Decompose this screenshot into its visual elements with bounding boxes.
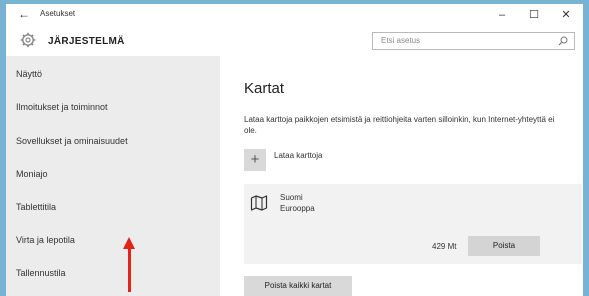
annotation-arrow-head bbox=[123, 237, 135, 249]
sidebar-item-multitasking[interactable]: Moniajo bbox=[16, 169, 48, 179]
settings-window: ← Asetukset – ☐ ✕ JÄRJESTELMÄ Etsi asetu… bbox=[6, 4, 583, 296]
add-map-button[interactable]: + bbox=[244, 149, 266, 171]
add-map-label[interactable]: Lataa karttoja bbox=[274, 151, 322, 160]
gear-icon bbox=[20, 32, 36, 48]
sidebar-item-apps[interactable]: Sovellukset ja ominaisuudet bbox=[16, 136, 128, 146]
sidebar: Näyttö Ilmoitukset ja toiminnot Sovelluk… bbox=[6, 56, 220, 296]
back-button[interactable]: ← bbox=[18, 7, 30, 21]
page-title: JÄRJESTELMÄ bbox=[48, 36, 125, 47]
search-input[interactable]: Etsi asetus bbox=[372, 32, 575, 50]
search-placeholder: Etsi asetus bbox=[381, 36, 421, 45]
sidebar-item-naytto[interactable]: Näyttö bbox=[16, 69, 42, 79]
annotation-arrow-shaft bbox=[128, 248, 131, 292]
close-button[interactable]: ✕ bbox=[553, 6, 579, 24]
search-icon[interactable] bbox=[558, 36, 568, 46]
section-description: Lataa karttoja paikkojen etsimistä ja re… bbox=[244, 115, 555, 135]
sidebar-item-storage[interactable]: Tallennustila bbox=[16, 268, 66, 278]
map-name: Suomi bbox=[280, 193, 303, 202]
sidebar-item-notifications[interactable]: Ilmoitukset ja toiminnot bbox=[16, 102, 108, 112]
sidebar-item-tablet-mode[interactable]: Tablettitila bbox=[16, 202, 56, 212]
page-header: JÄRJESTELMÄ Etsi asetus bbox=[6, 26, 583, 56]
map-icon bbox=[250, 195, 268, 211]
minimize-button[interactable]: – bbox=[489, 6, 515, 24]
window-title: Asetukset bbox=[40, 9, 76, 18]
map-list-item[interactable]: Suomi Eurooppa 429 Mt Poista bbox=[244, 184, 582, 264]
title-bar: ← Asetukset – ☐ ✕ bbox=[6, 4, 583, 26]
main-content: Kartat Lataa karttoja paikkojen etsimist… bbox=[220, 56, 583, 296]
maximize-button[interactable]: ☐ bbox=[521, 6, 547, 24]
section-title: Kartat bbox=[244, 80, 285, 97]
sidebar-item-power-sleep[interactable]: Virta ja lepotila bbox=[16, 235, 75, 245]
remove-all-maps-button[interactable]: Poista kaikki kartat bbox=[244, 276, 352, 296]
remove-map-button[interactable]: Poista bbox=[468, 236, 540, 256]
map-size: 429 Mt bbox=[432, 242, 457, 251]
map-region: Eurooppa bbox=[280, 204, 315, 213]
